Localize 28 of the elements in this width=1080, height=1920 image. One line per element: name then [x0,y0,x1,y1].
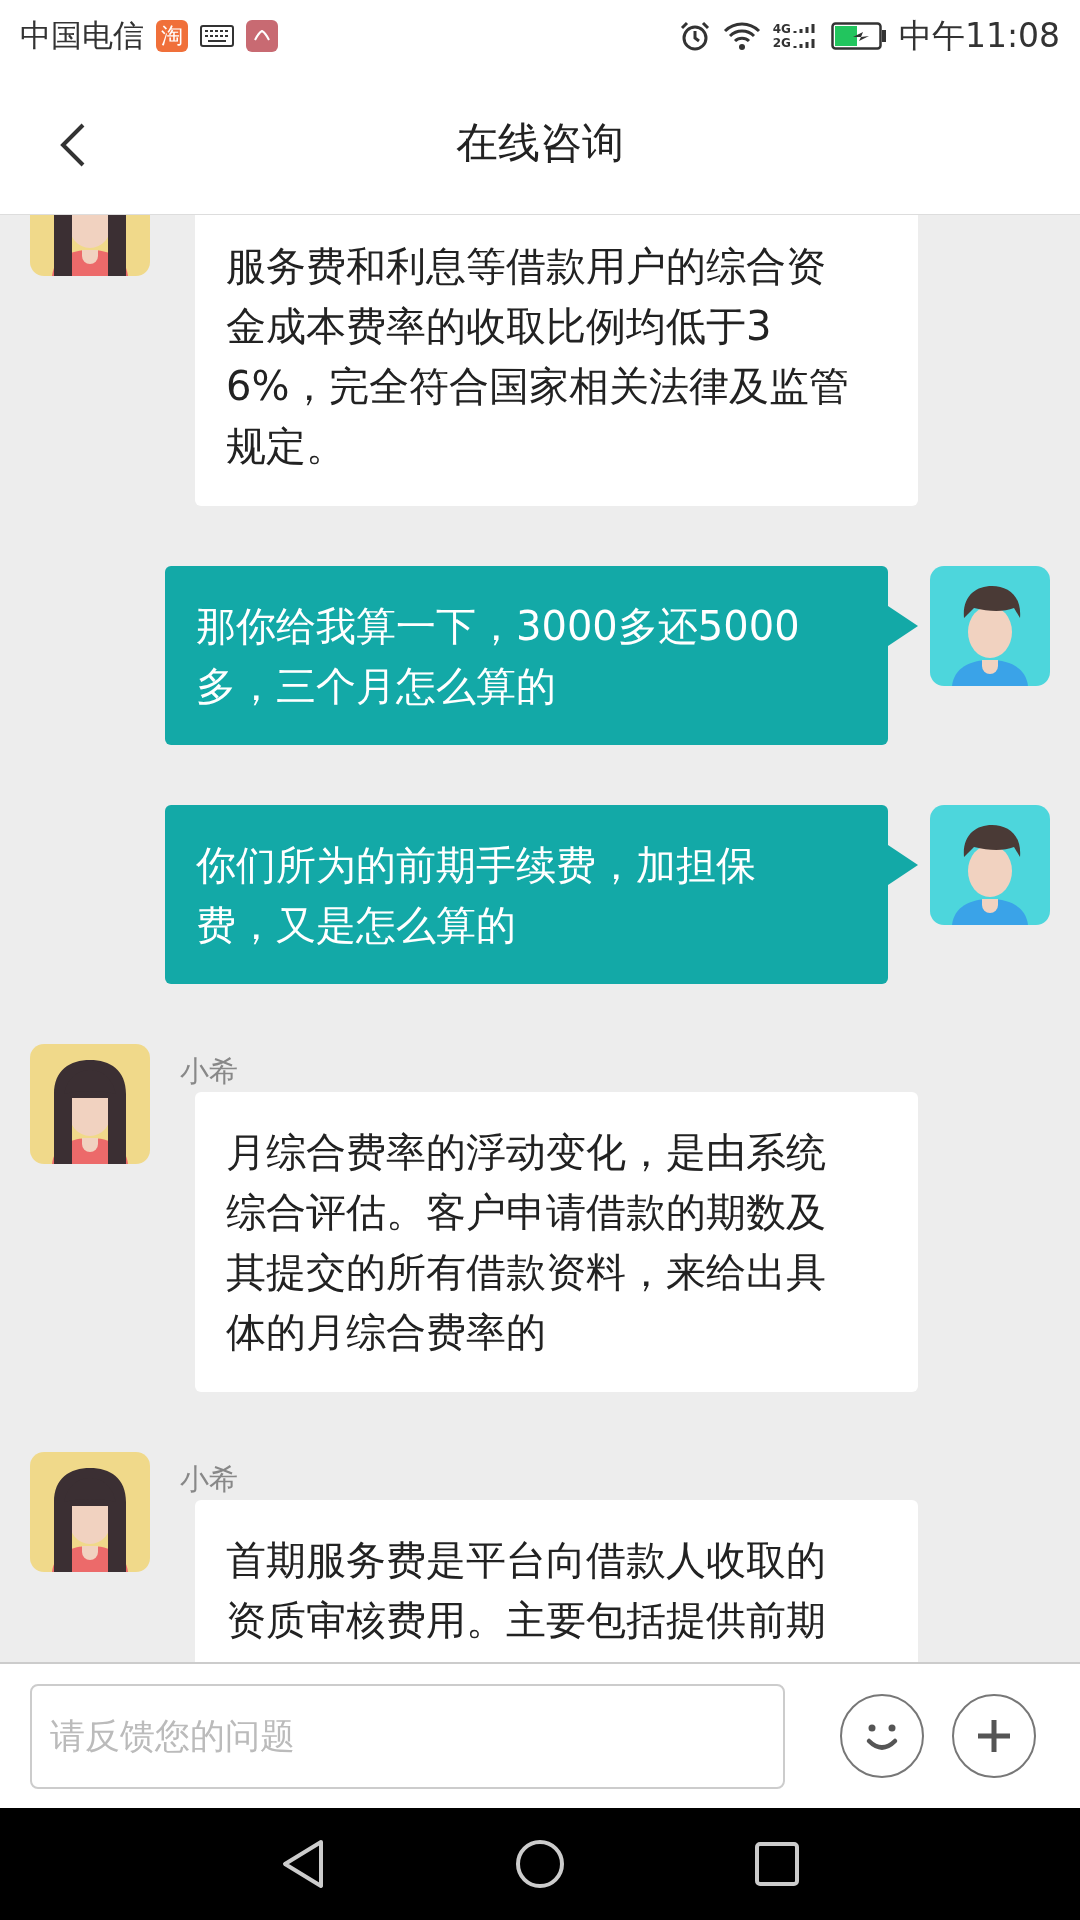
clock-time: 中午11:08 [898,14,1060,57]
sender-name: 小希 [180,1461,239,1498]
avatar-icon [30,1044,150,1164]
message-bubble: 首期服务费是平台向借款人收取的资质审核费用。主要包括提供前期 [195,1500,918,1662]
message-bubble: 那你给我算一下，3000多还5000多，三个月怎么算的 [165,566,888,745]
back-nav-icon[interactable] [281,1839,325,1889]
alarm-icon [678,20,711,52]
home-nav-icon[interactable] [515,1839,565,1889]
recents-nav-icon[interactable] [755,1842,799,1886]
message-bubble: 服务费和利息等借款用户的综合资金成本费率的收取比例均低于36%，完全符合国家相关法律及监管规定。 [195,215,918,506]
wifi-icon [722,21,761,51]
message-input-field[interactable]: 请反馈您的问题 [30,1683,785,1789]
avatar-icon [930,566,1050,686]
carrier-name: 中国电信 [20,16,144,55]
message-bubble: 你们所为的前期手续费，加担保费，又是怎么算的 [165,805,888,984]
bubble-tail-icon [888,845,918,885]
avatar-icon [30,1452,150,1572]
battery-icon [830,22,887,50]
sender-name: 小希 [180,1053,239,1090]
avatar-icon [930,805,1050,925]
add-button[interactable] [951,1693,1037,1779]
page-title: 在线咨询 [456,117,624,169]
bubble-tail-icon [888,606,918,646]
keyboard-icon [200,25,234,47]
app-notification-icon: 淘 [156,20,188,52]
emoji-button[interactable] [839,1693,925,1779]
app-notification-icon [246,20,278,52]
message-bubble: 月综合费率的浮动变化，是由系统综合评估。客户申请借款的期数及其提交的所有借款资料，来给出具体的月综合费率的 [195,1092,918,1392]
